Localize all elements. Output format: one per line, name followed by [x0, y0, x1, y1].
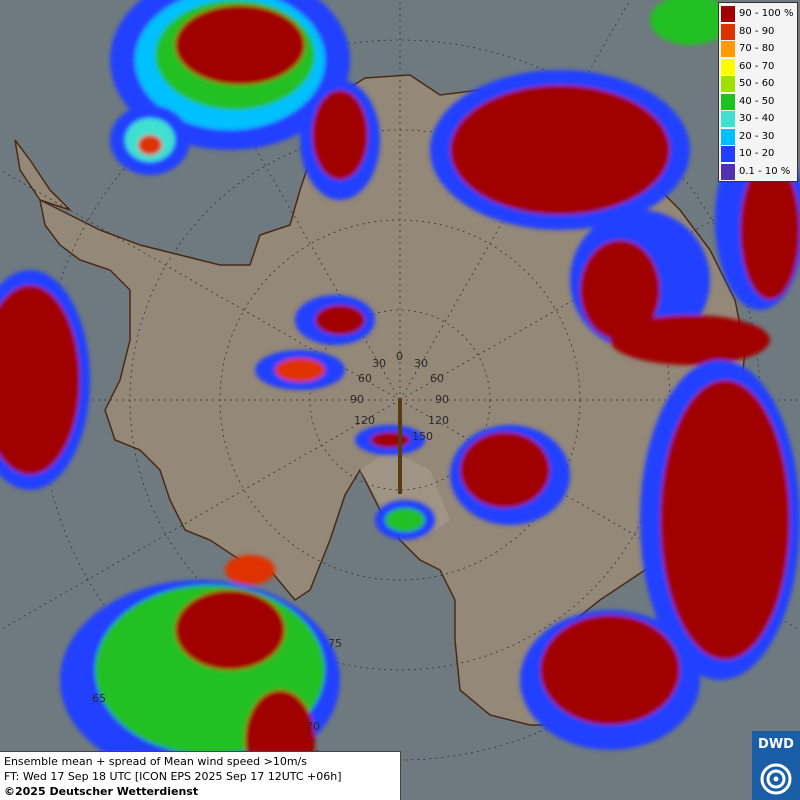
copyright: ©2025 Deutscher Wetterdienst — [4, 785, 199, 798]
lat-label-70: 70 — [306, 720, 320, 733]
legend: 90 - 100 % 80 - 90 70 - 80 60 - 70 50 - 60 40… — [718, 2, 798, 182]
legend-label: 80 - 90 — [739, 25, 775, 37]
legend-swatch — [721, 146, 735, 162]
lat-label-65: 65 — [92, 692, 106, 705]
lon-label-90w: 90 — [350, 393, 364, 406]
lon-label-90e: 90 — [435, 393, 449, 406]
lon-label-120w: 120 — [354, 414, 375, 427]
legend-item: 30 - 40 — [721, 110, 795, 127]
legend-item: 60 - 70 — [721, 58, 795, 75]
lat-label-75: 75 — [328, 637, 342, 650]
lon-label-60w: 60 — [358, 372, 372, 385]
map-info-box: Ensemble mean + spread of Mean wind spee… — [0, 751, 401, 800]
legend-item: 80 - 90 — [721, 23, 795, 40]
legend-swatch — [721, 41, 735, 57]
legend-swatch — [721, 111, 735, 127]
pole-marker — [398, 398, 402, 494]
legend-item: 40 - 50 — [721, 93, 795, 110]
legend-item: 50 - 60 — [721, 75, 795, 92]
legend-label: 90 - 100 % — [739, 8, 794, 19]
dwd-swirl-icon — [760, 763, 792, 795]
legend-label: 40 - 50 — [739, 95, 775, 107]
legend-swatch — [721, 6, 735, 22]
legend-swatch — [721, 76, 735, 92]
legend-swatch — [721, 23, 735, 40]
lon-label-0: 0 — [396, 350, 403, 363]
forecast-time: FT: Wed 17 Sep 18 UTC [ICON EPS 2025 Sep… — [4, 770, 342, 783]
dwd-logo: DWD — [752, 731, 800, 800]
legend-label: 70 - 80 — [739, 43, 775, 54]
lon-label-120e: 120 — [428, 414, 449, 427]
legend-label: 20 - 30 — [739, 130, 775, 142]
map-view[interactable]: 0 30 30 60 60 90 90 120 120 150 65 70 75 — [0, 0, 800, 800]
legend-item: 10 - 20 — [721, 145, 795, 162]
legend-swatch — [721, 93, 735, 110]
legend-label: 60 - 70 — [739, 60, 775, 72]
wind-probability-map — [0, 0, 800, 800]
legend-swatch — [721, 163, 735, 180]
legend-swatch — [721, 128, 735, 145]
legend-item: 20 - 30 — [721, 128, 795, 145]
map-title: Ensemble mean + spread of Mean wind spee… — [4, 755, 307, 768]
lon-label-30w: 30 — [372, 357, 386, 370]
lon-label-150: 150 — [412, 430, 433, 443]
lon-label-60e: 60 — [430, 372, 444, 385]
legend-label: 50 - 60 — [739, 78, 775, 89]
legend-label: 30 - 40 — [739, 113, 775, 124]
legend-label: 10 - 20 — [739, 148, 775, 159]
legend-item: 70 - 80 — [721, 40, 795, 57]
legend-swatch — [721, 58, 735, 75]
lon-label-30e: 30 — [414, 357, 428, 370]
legend-item: 0.1 - 10 % — [721, 163, 795, 180]
legend-label: 0.1 - 10 % — [739, 165, 791, 177]
legend-item: 90 - 100 % — [721, 5, 795, 22]
